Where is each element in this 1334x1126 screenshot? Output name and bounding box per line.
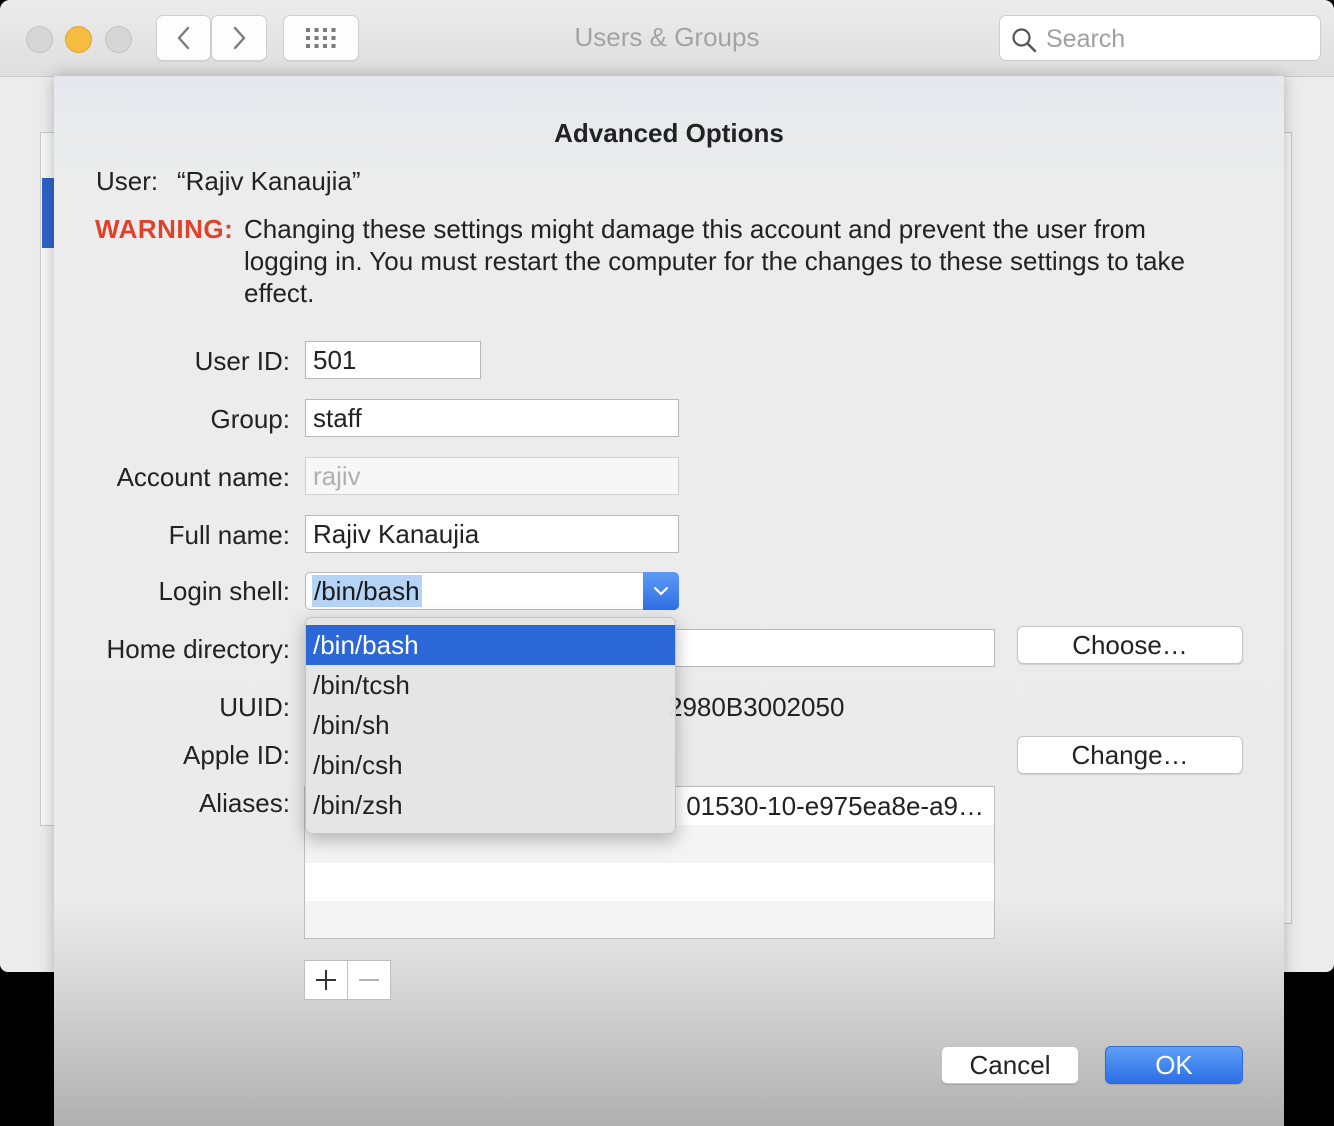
login-shell-label: Login shell: (158, 576, 290, 606)
group-label: Group: (210, 404, 291, 434)
add-alias-button[interactable] (304, 960, 348, 1000)
selected-user-row (42, 178, 54, 248)
full-name-label: Full name: (168, 520, 290, 550)
user-id-label: User ID: (194, 346, 290, 376)
login-shell-menu: /bin/bash /bin/tcsh /bin/sh /bin/csh /bi… (305, 617, 676, 834)
minimize-window-button[interactable] (65, 26, 92, 53)
shell-option-tcsh[interactable]: /bin/tcsh (306, 665, 675, 705)
back-button[interactable] (156, 15, 211, 61)
plus-icon (316, 970, 336, 990)
full-name-field[interactable]: Rajiv Kanaujia (305, 515, 679, 553)
alias-empty-row (305, 901, 994, 938)
uuid-value: 2980B3002050 (668, 692, 845, 722)
shell-option-sh[interactable]: /bin/sh (306, 705, 675, 745)
choose-button[interactable]: Choose… (1017, 626, 1243, 664)
minus-icon (359, 979, 379, 981)
advanced-options-sheet: Advanced Options User: “Rajiv Kanaujia” … (54, 76, 1284, 1126)
login-shell-dropdown-button[interactable] (643, 572, 679, 610)
user-id-field[interactable]: 501 (305, 341, 481, 379)
shell-option-csh[interactable]: /bin/csh (306, 745, 675, 785)
window-title: Users & Groups (574, 22, 760, 52)
shell-option-bash[interactable]: /bin/bash (306, 625, 675, 665)
search-placeholder: Search (1046, 25, 1126, 53)
zoom-window-button[interactable] (105, 26, 132, 53)
warning-text: Changing these settings might damage thi… (244, 214, 1185, 308)
title-bar: Users & Groups Search (0, 0, 1334, 77)
account-name-field: rajiv (305, 457, 679, 495)
aliases-label: Aliases: (198, 788, 290, 818)
forward-button[interactable] (211, 15, 267, 61)
warning-label: WARNING: (95, 214, 234, 244)
group-field[interactable]: staff (305, 399, 679, 437)
grid-icon (306, 28, 336, 48)
sheet-title: Advanced Options (554, 118, 784, 148)
account-name-label: Account name: (116, 462, 290, 492)
search-field[interactable]: Search (999, 15, 1321, 61)
alias-empty-row (305, 863, 994, 901)
chevron-right-icon (233, 26, 246, 50)
chevron-left-icon (177, 26, 189, 50)
home-directory-label: Home directory: (106, 634, 291, 664)
login-shell-value[interactable]: /bin/bash (312, 575, 422, 607)
login-shell-combobox[interactable]: /bin/bash (305, 572, 679, 610)
change-button[interactable]: Change… (1017, 736, 1243, 774)
shell-option-zsh[interactable]: /bin/zsh (306, 785, 675, 825)
close-window-button[interactable] (26, 26, 53, 53)
show-all-button[interactable] (283, 15, 359, 61)
user-label: User: (96, 166, 159, 196)
remove-alias-button[interactable] (347, 960, 391, 1000)
apple-id-label: Apple ID: (183, 740, 290, 770)
cancel-button[interactable]: Cancel (941, 1046, 1079, 1084)
search-icon (1012, 28, 1037, 53)
chevron-down-icon (653, 586, 669, 596)
uuid-label: UUID: (219, 692, 290, 722)
ok-button[interactable]: OK (1105, 1046, 1243, 1084)
user-name-value: “Rajiv Kanaujia” (177, 166, 361, 196)
